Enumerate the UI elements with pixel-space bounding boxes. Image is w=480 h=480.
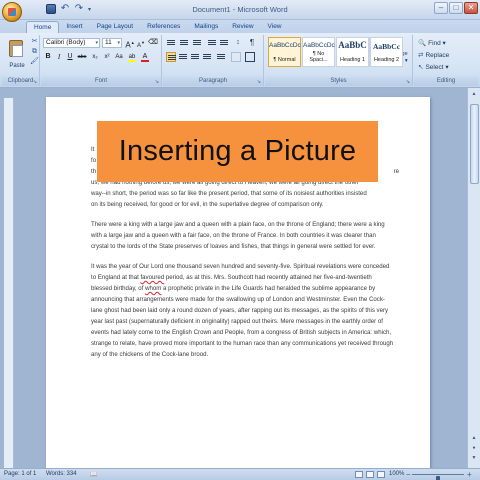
vertical-scrollbar[interactable]: ▲ ▲ ● ▼ (467, 88, 480, 468)
justify-icon[interactable] (202, 52, 212, 62)
title-banner: Inserting a Picture (97, 121, 378, 182)
sort-icon[interactable]: ↕ (233, 38, 243, 48)
superscript-button[interactable]: x² (102, 52, 112, 62)
styles-group-label: Styles (265, 77, 412, 86)
replace-icon: ⇄ (418, 52, 424, 59)
clear-formatting-icon[interactable]: ⌫ (148, 38, 158, 48)
scroll-thumb[interactable] (470, 104, 479, 184)
clipboard-launcher-icon[interactable]: ↘ (33, 79, 37, 85)
close-button[interactable]: ✕ (464, 2, 478, 14)
spelling-flag[interactable]: whom (145, 285, 161, 292)
next-page-icon[interactable]: ▼ (470, 454, 478, 462)
paragraph-3: It was the year of Our Lord one thousand… (91, 263, 394, 358)
paragraph-2: There were a king with a large jaw and a… (91, 221, 385, 250)
shrink-font-button[interactable]: A▼ (136, 38, 146, 49)
spelling-flag[interactable]: favoured (140, 274, 164, 281)
style-normal[interactable]: AaBbCcDc ¶ Normal (268, 37, 301, 67)
numbering-icon[interactable] (179, 38, 189, 48)
replace-button[interactable]: ⇄ Replace (418, 51, 449, 59)
tab-review[interactable]: Review (225, 21, 260, 33)
ribbon: Paste ✂ ⧉ 🖌 Clipboard ↘ Calibri (Body) ▾ … (0, 33, 480, 88)
font-size-select[interactable]: 11 ▾ (102, 38, 122, 48)
select-button[interactable]: ↖ Select ▾ (418, 63, 449, 71)
tab-references[interactable]: References (140, 21, 187, 33)
paragraph-launcher-icon[interactable]: ↘ (257, 79, 261, 85)
bullets-icon[interactable] (166, 38, 176, 48)
chevron-down-icon: ▾ (117, 40, 120, 46)
select-icon: ↖ (418, 64, 424, 71)
italic-button[interactable]: I (54, 52, 64, 62)
minimize-button[interactable]: – (434, 2, 448, 14)
style-no-spacing[interactable]: AaBbCcDc ¶ No Spaci... (302, 37, 335, 67)
clipboard-group: Paste ✂ ⧉ 🖌 Clipboard ↘ (2, 35, 40, 86)
style-heading-2[interactable]: AaBbCc Heading 2 (370, 37, 403, 67)
full-screen-reading-icon[interactable] (366, 471, 374, 478)
font-launcher-icon[interactable]: ↘ (155, 79, 159, 85)
zoom-slider-thumb[interactable] (436, 476, 440, 480)
office-button[interactable] (2, 2, 22, 22)
print-layout-view-icon[interactable] (355, 471, 363, 478)
tab-insert[interactable]: Insert (59, 21, 89, 33)
tab-home[interactable]: Home (26, 21, 60, 33)
grow-font-button[interactable]: A▲ (125, 38, 135, 50)
status-bar: Page: 1 of 1 Words: 334 📖 100% − + (0, 468, 480, 480)
word-count[interactable]: Words: 334 (46, 471, 77, 477)
font-name-select[interactable]: Calibri (Body) ▾ (43, 38, 100, 48)
borders-icon[interactable] (245, 52, 255, 62)
font-group-label: Font (41, 77, 161, 86)
zoom-in-icon[interactable]: + (467, 470, 472, 479)
proofing-icon[interactable]: 📖 (90, 471, 97, 478)
font-color-button[interactable]: A (140, 52, 150, 62)
format-painter-icon[interactable]: 🖌 (30, 58, 39, 66)
tab-view[interactable]: View (261, 21, 289, 33)
zoom-out-icon[interactable]: − (406, 470, 411, 479)
paragraph-group-label: Paragraph (163, 77, 263, 86)
change-case-button[interactable]: Aa (114, 52, 124, 62)
title-bar: ↶ ↷ ▾ Document1 - Microsoft Word – □ ✕ (0, 0, 480, 22)
binoculars-icon: 🔍 (418, 40, 427, 47)
ribbon-tab-bar: Home Insert Page Layout References Maili… (0, 20, 480, 33)
editing-group-label: Editing (414, 77, 478, 86)
strikethrough-button[interactable]: abc (77, 52, 87, 62)
select-browse-object-icon[interactable]: ● (470, 444, 478, 452)
vertical-ruler (4, 98, 14, 468)
cut-icon[interactable]: ✂ (30, 38, 39, 46)
line-spacing-icon[interactable] (216, 52, 226, 62)
align-right-icon[interactable] (190, 52, 200, 62)
copy-icon[interactable]: ⧉ (30, 48, 39, 56)
paste-label: Paste (9, 63, 25, 69)
decrease-indent-icon[interactable] (207, 38, 217, 48)
zoom-slider[interactable] (412, 474, 464, 480)
tab-page-layout[interactable]: Page Layout (90, 21, 141, 33)
paste-button[interactable] (6, 37, 28, 61)
find-button[interactable]: 🔍 Find ▾ (418, 39, 446, 47)
align-left-icon[interactable] (166, 52, 176, 62)
shading-icon[interactable] (231, 52, 241, 62)
page-count[interactable]: Page: 1 of 1 (4, 471, 36, 477)
maximize-button[interactable]: □ (449, 2, 463, 14)
tab-mailings[interactable]: Mailings (187, 21, 225, 33)
bold-button[interactable]: B (43, 52, 53, 62)
align-center-icon[interactable] (178, 52, 188, 62)
window-title: Document1 - Microsoft Word (192, 5, 288, 14)
web-layout-icon[interactable] (377, 471, 385, 478)
font-group: Calibri (Body) ▾ 11 ▾ A▲ A▼ ⌫ B I U abc x₂… (41, 35, 162, 86)
styles-launcher-icon[interactable]: ↘ (406, 79, 410, 85)
multilevel-list-icon[interactable] (192, 38, 202, 48)
zoom-level[interactable]: 100% (389, 471, 404, 477)
subscript-button[interactable]: x₂ (90, 52, 100, 62)
underline-button[interactable]: U (65, 52, 75, 62)
show-formatting-icon[interactable]: ¶ (247, 38, 257, 48)
paragraph-group: ↕ ¶ Paragraph ↘ (163, 35, 264, 86)
increase-indent-icon[interactable] (219, 38, 229, 48)
previous-page-icon[interactable]: ▲ (470, 434, 478, 442)
scroll-up-icon[interactable]: ▲ (470, 90, 478, 98)
style-heading-1[interactable]: AaBbC Heading 1 (336, 37, 369, 67)
highlight-button[interactable]: ab (127, 52, 137, 62)
chevron-down-icon: ▾ (95, 40, 98, 46)
